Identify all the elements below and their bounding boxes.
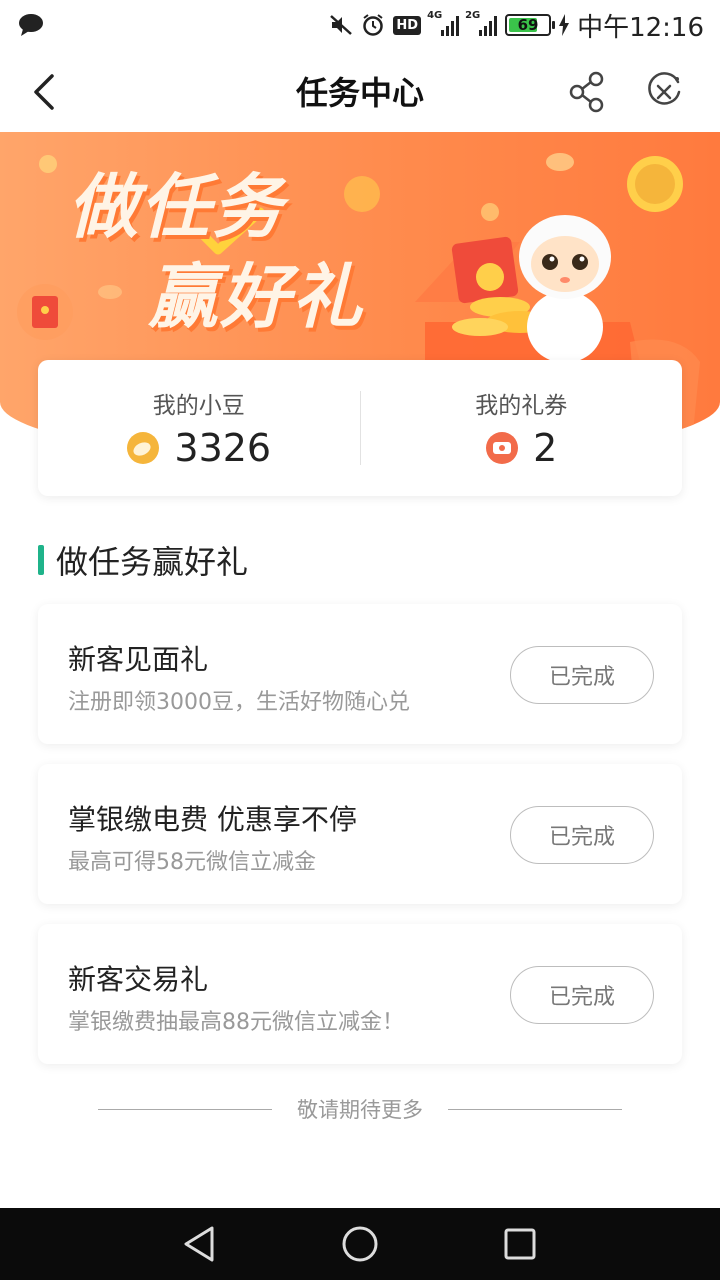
- circle-home-icon: [342, 1226, 378, 1262]
- page-title: 任务中心: [295, 74, 424, 112]
- system-home-button[interactable]: [340, 1224, 380, 1264]
- bean-coin-icon: [127, 432, 160, 464]
- mute-icon: [329, 13, 353, 37]
- coupon-icon: [486, 432, 519, 464]
- task-completed-button[interactable]: 已完成: [510, 806, 654, 864]
- beans-label: 我的小豆: [152, 393, 245, 419]
- divider-line: [448, 1108, 622, 1110]
- task-completed-button[interactable]: 已完成: [510, 646, 654, 704]
- section-header: 做任务赢好礼: [38, 540, 249, 581]
- banner-line-2: 赢好礼: [148, 256, 364, 338]
- task-card[interactable]: 新客见面礼 注册即领3000豆，生活好物随心兑 已完成: [38, 604, 682, 744]
- beans-value: 3326: [174, 426, 272, 470]
- coupons-label: 我的礼券: [475, 393, 568, 419]
- stats-card: 我的小豆 3326 我的礼券 2: [38, 360, 682, 496]
- signal-icon: 2G: [465, 10, 498, 36]
- status-time: 中午12:16: [577, 12, 704, 43]
- task-description: 掌银缴费抽最高88元微信立减金！: [68, 1010, 404, 1035]
- task-card[interactable]: 新客交易礼 掌银缴费抽最高88元微信立减金！ 已完成: [38, 924, 682, 1064]
- square-recents-icon: [504, 1228, 536, 1260]
- alarm-icon: [361, 13, 385, 37]
- task-title: 新客交易礼: [68, 963, 209, 996]
- more-coming-hint: 敬请期待更多: [98, 1094, 622, 1124]
- coupons-stat[interactable]: 我的礼券 2: [361, 386, 683, 470]
- back-arrow-icon: [34, 74, 54, 110]
- system-back-button[interactable]: [180, 1224, 220, 1264]
- chat-bubble-icon: [18, 13, 44, 37]
- close-circle-icon: [648, 72, 681, 105]
- section-title: 做任务赢好礼: [56, 543, 249, 581]
- system-recents-button[interactable]: [500, 1224, 540, 1264]
- divider-line: [98, 1108, 272, 1110]
- section-accent-bar: [38, 545, 44, 575]
- share-icon: [569, 71, 604, 113]
- task-description: 注册即领3000豆，生活好物随心兑: [68, 690, 410, 715]
- task-title: 掌银缴电费 优惠享不停: [68, 803, 357, 836]
- task-description: 最高可得58元微信立减金: [68, 850, 316, 875]
- coupons-value: 2: [533, 426, 558, 470]
- banner-line-1: 做任务: [68, 166, 284, 248]
- nav-bar: 任务中心: [0, 50, 720, 132]
- more-coming-text: 敬请期待更多: [297, 1098, 423, 1122]
- status-bar: HD 4G 2G 69 中午12:16: [0, 0, 720, 50]
- back-button[interactable]: [22, 70, 66, 114]
- beans-stat[interactable]: 我的小豆 3326: [38, 386, 360, 470]
- hd-icon: HD: [393, 15, 422, 35]
- close-button[interactable]: [642, 70, 686, 114]
- triangle-back-icon: [184, 1226, 214, 1262]
- banner-slogan: 做任务 赢好礼: [68, 162, 364, 342]
- task-title: 新客见面礼: [68, 643, 209, 676]
- signal-icon: 4G: [427, 10, 460, 36]
- battery-icon: 69: [505, 14, 556, 36]
- task-card[interactable]: 掌银缴电费 优惠享不停 最高可得58元微信立减金 已完成: [38, 764, 682, 904]
- system-nav-bar: [0, 1208, 720, 1280]
- task-completed-button[interactable]: 已完成: [510, 966, 654, 1024]
- charging-icon: [559, 14, 570, 36]
- share-button[interactable]: [566, 70, 610, 114]
